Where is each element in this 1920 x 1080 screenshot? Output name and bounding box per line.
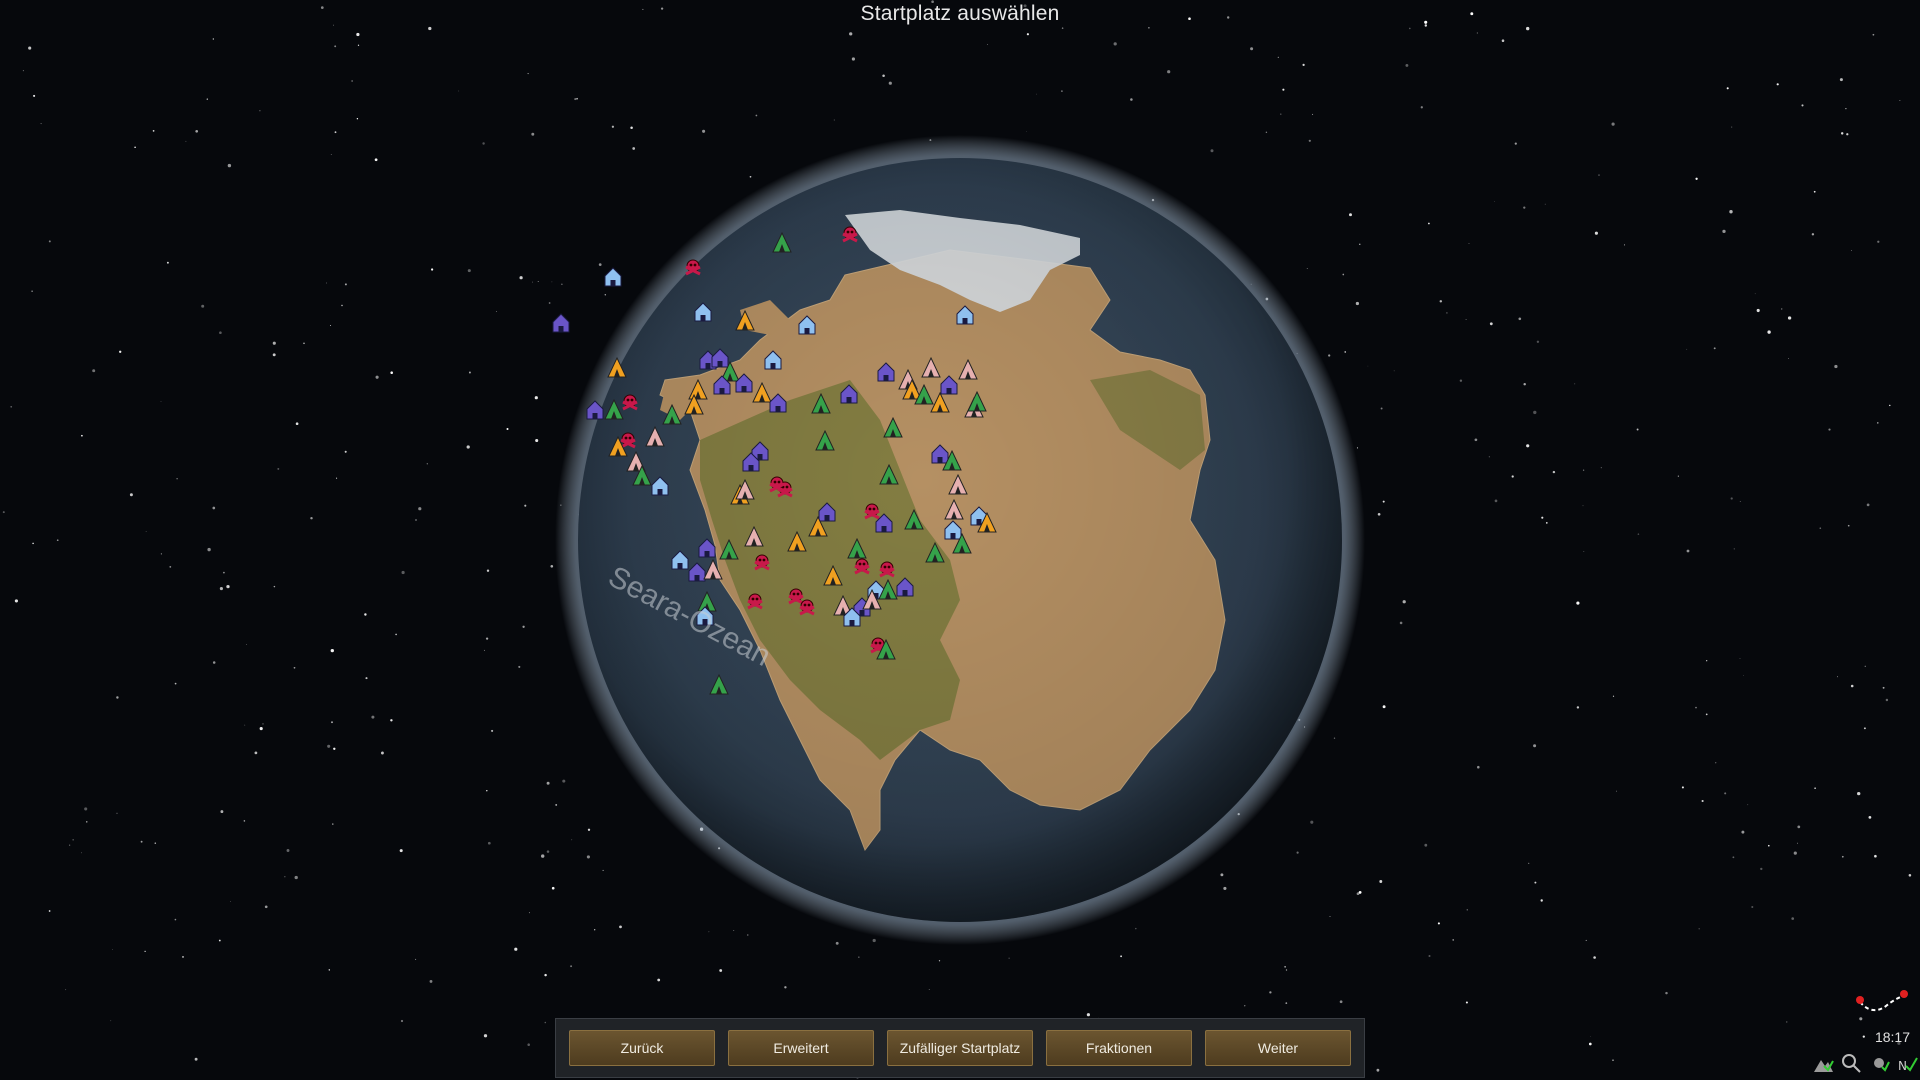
settings-toggle-icon[interactable] bbox=[1868, 1052, 1890, 1074]
settlement-marker[interactable] bbox=[552, 313, 570, 333]
back-button[interactable]: Zurück bbox=[569, 1030, 715, 1066]
terrain-toggle-icon[interactable] bbox=[1812, 1052, 1834, 1074]
svg-text:N: N bbox=[1898, 1059, 1907, 1073]
pirate-base-marker[interactable] bbox=[842, 226, 858, 243]
random-site-button[interactable]: Zufälliger Startplatz bbox=[887, 1030, 1033, 1066]
pirate-base-marker[interactable] bbox=[788, 588, 804, 605]
clock-display: 18:17 bbox=[1874, 1029, 1910, 1045]
pirate-base-marker[interactable] bbox=[879, 561, 895, 578]
next-button[interactable]: Weiter bbox=[1205, 1030, 1351, 1066]
map-toolbar: N bbox=[1812, 1052, 1918, 1074]
pirate-base-marker[interactable] bbox=[685, 259, 701, 276]
compass-toggle-icon[interactable]: N bbox=[1896, 1052, 1918, 1074]
factions-button[interactable]: Fraktionen bbox=[1046, 1030, 1192, 1066]
advanced-button[interactable]: Erweitert bbox=[728, 1030, 874, 1066]
pirate-base-marker[interactable] bbox=[622, 394, 638, 411]
pirate-base-marker[interactable] bbox=[799, 599, 815, 616]
settlement-marker[interactable] bbox=[604, 267, 622, 287]
pirate-base-marker[interactable] bbox=[864, 503, 880, 520]
route-planner-icon[interactable] bbox=[1852, 980, 1912, 1020]
bottom-button-bar: Zurück Erweitert Zufälliger Startplatz F… bbox=[555, 1018, 1365, 1078]
world-globe[interactable] bbox=[0, 0, 1920, 1080]
search-toggle-icon[interactable] bbox=[1840, 1052, 1862, 1074]
pirate-base-marker[interactable] bbox=[769, 476, 785, 493]
pirate-base-marker[interactable] bbox=[747, 593, 763, 610]
pirate-base-marker[interactable] bbox=[854, 558, 870, 575]
pirate-base-marker[interactable] bbox=[754, 554, 770, 571]
pirate-base-marker[interactable] bbox=[620, 432, 636, 449]
